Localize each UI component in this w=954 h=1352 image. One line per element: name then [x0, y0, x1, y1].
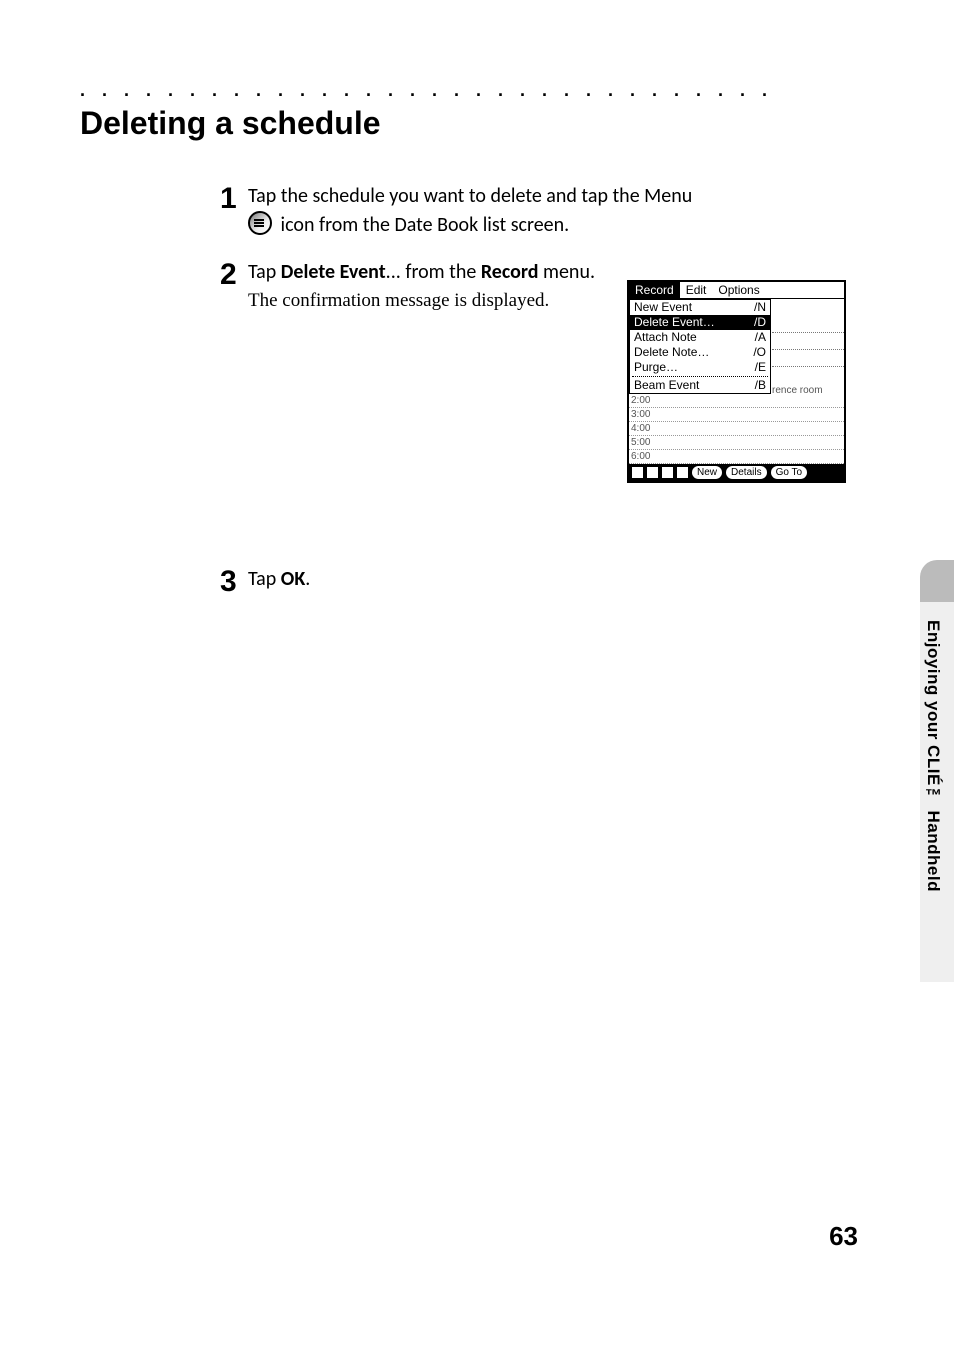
chapter-tab: Enjoying your CLIÉ™ Handheld: [920, 560, 954, 1000]
t: Tap: [248, 260, 281, 284]
dd-label: Delete Event…: [634, 315, 715, 330]
step-num: 1: [220, 184, 248, 214]
right-line: [772, 333, 844, 350]
tab-edit[interactable]: Edit: [680, 282, 713, 298]
right-pane: rence room: [770, 316, 844, 399]
view-month-icon[interactable]: [662, 467, 673, 478]
page-heading: Deleting a schedule: [80, 105, 874, 142]
step-num: 3: [220, 567, 248, 597]
dot-rule: . . . . . . . . . . . . . . . . . . . . …: [80, 80, 780, 101]
dd-shortcut: /B: [755, 378, 766, 393]
time-row: 4:00: [629, 422, 844, 436]
step-1-text-a: Tap the schedule you want to delete and …: [248, 184, 692, 208]
dd-attach-note[interactable]: Attach Note/A: [630, 330, 770, 345]
step-1: 1 Tap the schedule you want to delete an…: [220, 182, 874, 240]
dd-new-event[interactable]: New Event/N: [630, 300, 770, 315]
t: .: [305, 567, 310, 591]
t: ... from the: [386, 260, 481, 284]
step-1-text-b: icon from the Date Book list screen.: [281, 213, 570, 237]
t-bold: OK: [281, 567, 305, 591]
tab-options[interactable]: Options: [712, 282, 765, 298]
footer-bar: New Details Go To: [629, 464, 844, 481]
time-row: 3:00: [629, 408, 844, 422]
dd-shortcut: /N: [754, 300, 766, 315]
dd-label: New Event: [634, 300, 692, 315]
t-bold: Record: [481, 260, 539, 284]
details-button[interactable]: Details: [726, 466, 767, 479]
tab-record[interactable]: Record: [629, 282, 680, 298]
menu-icon: [248, 211, 272, 235]
step-num: 2: [220, 260, 248, 290]
dd-purge[interactable]: Purge… /E: [630, 360, 770, 375]
time-row: 5:00: [629, 436, 844, 450]
time-lines: 2:00 3:00 4:00 5:00 6:00: [629, 394, 844, 464]
step-body: Tap the schedule you want to delete and …: [248, 182, 874, 240]
dd-shortcut: /A: [755, 330, 766, 345]
new-button[interactable]: New: [692, 466, 722, 479]
dd-separator: [632, 376, 768, 377]
t-bold: Delete Event: [281, 260, 386, 284]
palm-screenshot: Record Edit Options New Event/N Delete E…: [627, 280, 846, 483]
dd-shortcut: /O: [753, 345, 766, 360]
right-line: rence room: [772, 383, 844, 399]
step-body: Tap OK.: [248, 565, 874, 594]
dd-shortcut: /E: [755, 360, 766, 375]
view-day-icon[interactable]: [632, 467, 643, 478]
dd-delete-note[interactable]: Delete Note… /O: [630, 345, 770, 360]
right-line: [772, 316, 844, 333]
dd-label: Beam Event: [634, 378, 699, 393]
dd-label: Attach Note: [634, 330, 697, 345]
page-number: 63: [829, 1221, 858, 1252]
right-line: [772, 350, 844, 367]
t: menu.: [538, 260, 595, 284]
tab-label: Enjoying your CLIÉ™ Handheld: [923, 620, 943, 892]
view-week-icon[interactable]: [647, 467, 658, 478]
tab-cap: [920, 560, 954, 602]
step-3: 3 Tap OK.: [220, 565, 874, 595]
t: Tap: [248, 567, 281, 591]
time-row: 6:00: [629, 450, 844, 464]
dd-beam-event[interactable]: Beam Event/B: [630, 378, 770, 393]
view-agenda-icon[interactable]: [677, 467, 688, 478]
dd-delete-event[interactable]: Delete Event… /D: [630, 315, 770, 330]
right-line: [772, 367, 844, 383]
dd-label: Delete Note…: [634, 345, 709, 360]
dd-label: Purge…: [634, 360, 678, 375]
goto-button[interactable]: Go To: [771, 466, 808, 479]
dd-shortcut: /D: [754, 315, 766, 330]
menubar: Record Edit Options: [629, 282, 844, 299]
record-dropdown: New Event/N Delete Event…/D Attach Note/…: [629, 299, 771, 394]
